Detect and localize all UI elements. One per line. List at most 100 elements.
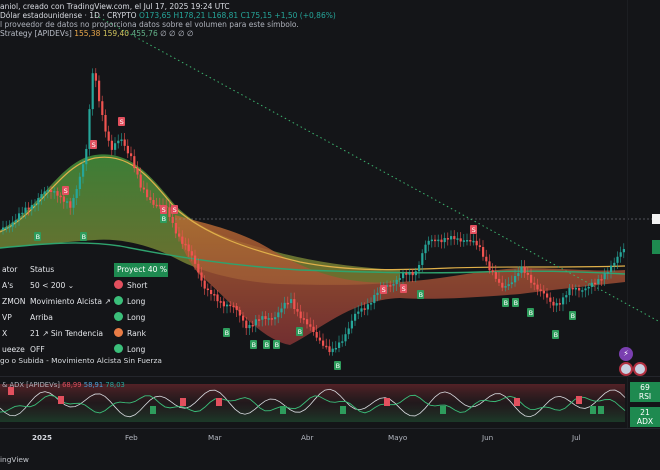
candle (414, 271, 417, 276)
candle (53, 191, 56, 193)
candle (56, 191, 59, 196)
lower-sell-marker (58, 396, 64, 404)
candle (296, 309, 299, 312)
lower-indicator-legend[interactable]: & ADX [APIDEVs] 68,99 58,91 78,03 (2, 381, 125, 389)
candle (466, 240, 469, 242)
candle (238, 309, 241, 316)
candle (411, 272, 414, 276)
lower-value-2: 58,91 (83, 381, 104, 389)
candle (130, 153, 133, 157)
lightning-icon[interactable]: ⚡ (619, 347, 633, 361)
status-table-header: ator Status Proyect 40 % (0, 262, 168, 278)
candle (46, 190, 49, 192)
candle (30, 205, 33, 210)
lower-buy-marker (598, 406, 604, 414)
candle (485, 256, 488, 262)
candle (187, 244, 190, 252)
price-chart[interactable]: SSSS SSSSB BBBB B BBBB BBBBB (0, 0, 660, 470)
candle (2, 227, 5, 230)
creator-line-text: aniol, creado con TradingView.com, el Ju… (0, 2, 230, 11)
lower-pane-separator (0, 376, 660, 377)
symbol-line: Dólar estadounidense · 1D · CRYPTO O173,… (0, 11, 336, 20)
candle (546, 293, 549, 298)
candle (606, 272, 609, 274)
price-marker-white (652, 214, 660, 224)
time-axis-label: Jul (572, 433, 581, 442)
buy-signal-marker-label: B (225, 329, 229, 337)
candle (533, 282, 536, 285)
row-signal: Long (114, 294, 168, 310)
candle (123, 139, 126, 146)
candle (373, 294, 376, 304)
status-row: ZMON Movimiento Alcista ↗ Long (0, 294, 168, 310)
symbol-name[interactable]: Dólar estadounidense · 1D · CRYPTO (0, 11, 137, 20)
strategy-value-2: 159,40 (102, 29, 130, 38)
status-row: X 21 ↗ Sin Tendencia Rank (0, 326, 168, 342)
candle (248, 324, 251, 329)
row-signal: Short (114, 278, 168, 294)
candle (395, 279, 398, 285)
candle (597, 279, 600, 285)
signal-dot-icon (114, 328, 123, 337)
status-row: A's 50 < 200 ⌄ Short (0, 278, 168, 294)
lower-sell-marker (216, 398, 222, 406)
candle (456, 238, 459, 240)
candle (542, 290, 545, 294)
time-axis-label: Feb (125, 433, 138, 442)
candle (459, 238, 462, 242)
candle (590, 282, 593, 287)
signal-dot-icon (114, 280, 123, 289)
candle (229, 304, 232, 307)
candle (360, 308, 363, 312)
candle (120, 139, 123, 141)
candle (514, 275, 517, 283)
flag-icon[interactable] (619, 362, 633, 376)
candle (491, 270, 494, 273)
lower-sell-marker (384, 398, 390, 406)
time-axis-separator (0, 428, 660, 429)
candle (398, 278, 401, 280)
volume-note: l proveedor de datos no proporciona dato… (0, 20, 299, 29)
candle (203, 280, 206, 289)
candle (568, 287, 571, 296)
strategy-value-4: ∅ ∅ ∅ ∅ (160, 29, 194, 38)
candle (242, 315, 245, 321)
chevron-down-icon: ⌄ (67, 281, 75, 290)
candle (299, 311, 302, 319)
sell-signal-marker-label: S (402, 285, 406, 293)
candle (325, 345, 328, 348)
candle (78, 176, 81, 190)
candle (174, 222, 177, 234)
candle (347, 328, 350, 335)
candle (155, 204, 158, 207)
time-axis-label: Mar (208, 433, 222, 442)
strategy-name: Strategy [APIDEVs] (0, 29, 72, 38)
rsi-label: RSI (638, 392, 652, 401)
candle (558, 303, 561, 305)
candle (136, 168, 139, 175)
lower-indicator-name: & ADX [APIDEVs] (2, 381, 60, 389)
candle (520, 266, 523, 274)
header-projection: Proyect 40 % (114, 263, 168, 277)
candle (366, 304, 369, 310)
candle (469, 240, 472, 242)
candle (184, 243, 187, 246)
strategy-legend[interactable]: Strategy [APIDEVs] 155,38 159,40 455,76 … (0, 29, 193, 38)
buy-signal-marker-label: B (162, 215, 166, 223)
candle (555, 303, 558, 306)
candle (107, 131, 110, 141)
buy-signal-marker-label: B (82, 233, 86, 241)
candle (104, 115, 107, 132)
candle (571, 287, 574, 290)
buy-signal-marker-label: B (419, 291, 423, 299)
candle (402, 273, 405, 279)
adx-value: 21 (640, 408, 650, 417)
candle (178, 233, 181, 237)
candle (85, 148, 88, 165)
rsi-value: 69 (640, 383, 650, 392)
candle (94, 73, 97, 81)
buy-signal-marker-label: B (504, 299, 508, 307)
brand-logo[interactable]: ingView (0, 455, 29, 464)
flag-icon[interactable] (633, 362, 647, 376)
candle (126, 145, 129, 154)
